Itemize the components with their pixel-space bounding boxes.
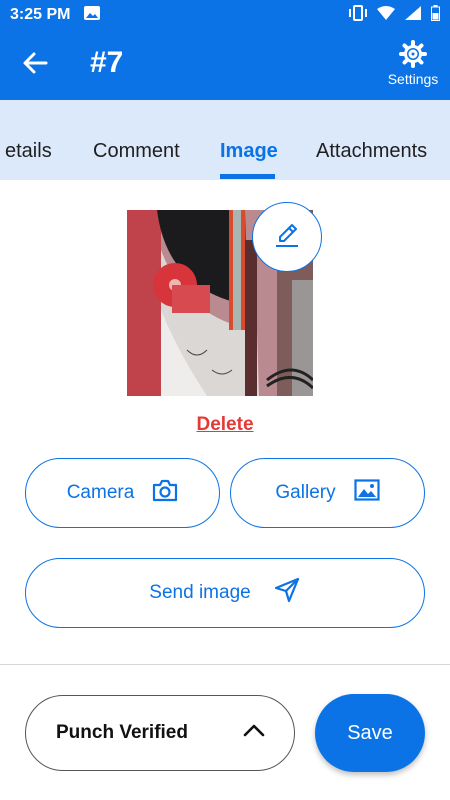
tab-bar: etails Comment Image Attachments <box>0 100 450 180</box>
tab-image[interactable]: Image <box>220 140 278 163</box>
delete-image-link[interactable]: Delete <box>0 414 450 436</box>
app-bar: #7 Settings <box>0 30 450 100</box>
page-title: #7 <box>90 46 124 79</box>
chevron-up-icon <box>242 722 266 744</box>
gallery-label: Gallery <box>275 482 336 503</box>
battery-icon <box>431 4 440 26</box>
pencil-icon <box>272 220 302 255</box>
gear-icon <box>384 40 442 68</box>
tab-details[interactable]: etails <box>5 140 52 163</box>
send-icon <box>273 576 301 610</box>
camera-icon <box>152 478 178 508</box>
status-time: 3:25 PM <box>10 6 71 23</box>
send-image-button[interactable]: Send image <box>25 558 425 628</box>
punch-status-dropdown[interactable]: Punch Verified <box>25 695 295 771</box>
settings-label: Settings <box>387 71 439 87</box>
active-tab-indicator <box>220 174 275 179</box>
image-icon <box>84 5 101 25</box>
back-arrow-icon <box>22 50 48 81</box>
settings-button[interactable]: Settings <box>384 40 442 87</box>
tab-comment[interactable]: Comment <box>93 140 180 163</box>
camera-button[interactable]: Camera <box>25 458 220 528</box>
wifi-icon <box>377 5 395 25</box>
back-button[interactable] <box>18 48 52 82</box>
gallery-icon <box>353 479 380 507</box>
divider <box>0 664 450 665</box>
save-button[interactable]: Save <box>315 694 425 772</box>
signal-icon <box>405 5 421 25</box>
send-image-label: Send image <box>149 582 251 603</box>
camera-label: Camera <box>66 482 135 503</box>
status-bar: 3:25 PM <box>0 0 450 30</box>
punch-status-value: Punch Verified <box>56 722 188 743</box>
vibrate-icon <box>349 4 367 26</box>
tab-attachments[interactable]: Attachments <box>316 140 427 163</box>
edit-image-button[interactable] <box>252 202 322 272</box>
gallery-button[interactable]: Gallery <box>230 458 425 528</box>
